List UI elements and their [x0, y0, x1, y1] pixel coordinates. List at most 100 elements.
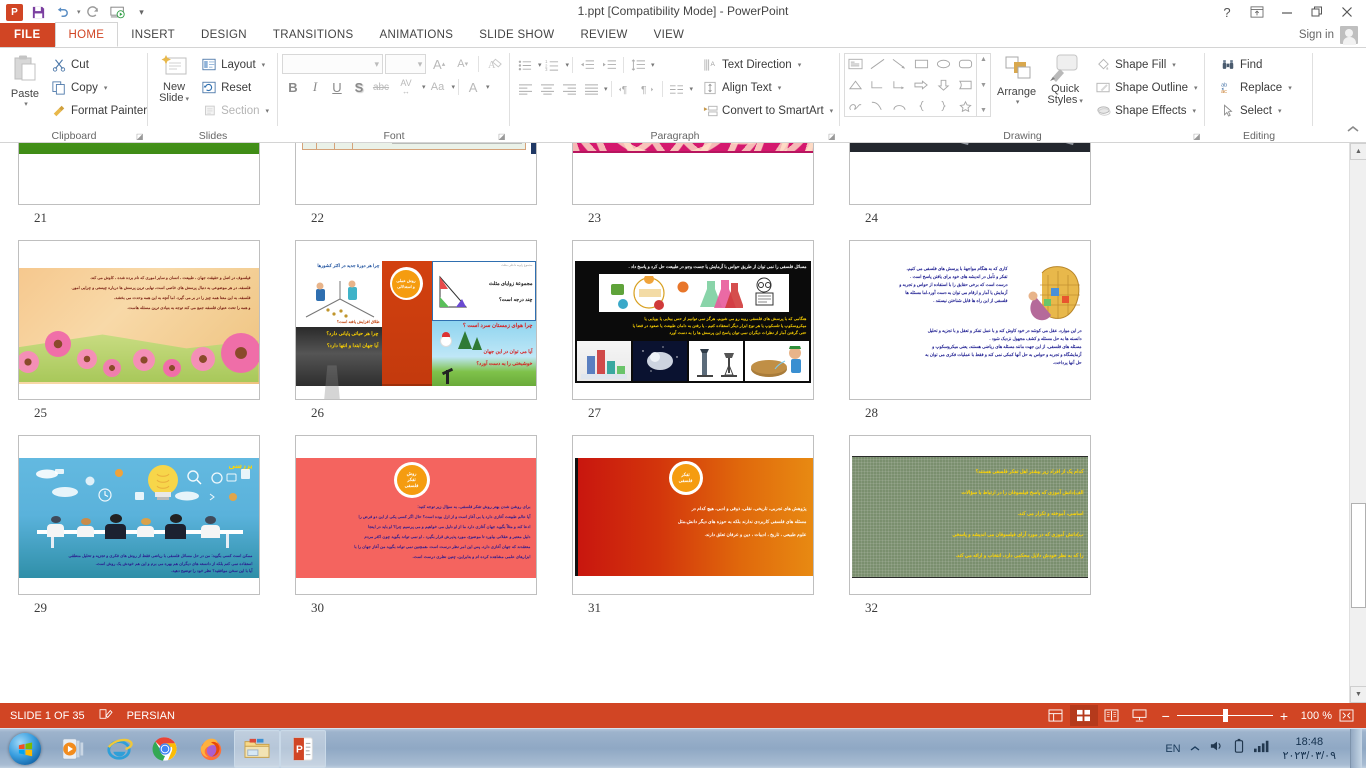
- shape-star-icon[interactable]: [954, 95, 976, 116]
- shape-rectangle-icon[interactable]: [911, 54, 933, 75]
- zoom-track[interactable]: [1176, 709, 1273, 722]
- tab-insert[interactable]: INSERT: [118, 23, 188, 47]
- mozilla-firefox-icon[interactable]: [188, 730, 234, 768]
- quick-styles-button[interactable]: Quick Styles ▾: [1042, 51, 1088, 107]
- shape-effects-button[interactable]: Shape Effects ▾: [1090, 99, 1202, 122]
- copy-dropdown-caret[interactable]: ▾: [104, 84, 108, 92]
- tab-slide-show[interactable]: SLIDE SHOW: [466, 23, 567, 47]
- scrollbar-thumb[interactable]: [1351, 503, 1366, 608]
- font-color-button[interactable]: A: [462, 76, 484, 98]
- decrease-indent-button[interactable]: [576, 54, 598, 76]
- slide-cell-31[interactable]: تفکر فلسفی پژوهش های تجربی، تاریخی، نقلی…: [554, 435, 831, 616]
- sign-in-label[interactable]: Sign in: [1299, 29, 1334, 41]
- slide-show-button[interactable]: [1126, 705, 1154, 726]
- font-name-input[interactable]: ▾: [282, 54, 384, 74]
- format-painter-button[interactable]: Format Painter: [46, 99, 152, 122]
- start-from-beginning-icon[interactable]: [107, 1, 129, 23]
- slide-cell-29[interactable]: بررسی ممکن است کسی بگوید: من در حل مسائل…: [0, 435, 277, 616]
- slide-thumbnail-26[interactable]: چرا هر دورهٔ جدید در اکثر کشورها طلاق اف…: [294, 240, 537, 400]
- slide-thumbnail-32[interactable]: کدام یک از افراد زیر بیشتر اهل تفکر فلسف…: [848, 435, 1091, 595]
- redo-icon[interactable]: [83, 1, 105, 23]
- tab-home[interactable]: HOME: [54, 22, 119, 47]
- scroll-down-button[interactable]: ▼: [1350, 686, 1366, 703]
- slide-thumbnail-24[interactable]: [848, 143, 1091, 205]
- shape-elbow-arrow-icon[interactable]: [889, 75, 911, 96]
- slide-cell-23[interactable]: 23: [554, 143, 831, 226]
- slide-thumbnail-25[interactable]: فیلسوف در اصل و حقیقت جهان ، طبیعت ، انس…: [17, 240, 260, 400]
- change-case-caret[interactable]: ▾: [452, 83, 456, 91]
- zoom-slider[interactable]: − +: [1162, 708, 1288, 724]
- slide-cell-30[interactable]: روش تفکر فلسفی برای روشن شدن بهتر روش تف…: [277, 435, 554, 616]
- italic-button[interactable]: I: [304, 76, 326, 98]
- battery-icon[interactable]: [1233, 738, 1245, 759]
- tray-language[interactable]: EN: [1165, 743, 1180, 755]
- align-center-button[interactable]: [536, 78, 558, 100]
- slide-sorter-pane[interactable]: 21 22 23 24 فیلسوف در اصل و حقیقت جهان ،…: [0, 143, 1366, 703]
- columns-button[interactable]: [666, 78, 688, 100]
- shape-right-brace-icon[interactable]: [932, 95, 954, 116]
- align-right-button[interactable]: [558, 78, 580, 100]
- collapse-ribbon-button[interactable]: [1346, 122, 1360, 140]
- internet-explorer-icon[interactable]: [96, 730, 142, 768]
- replace-caret[interactable]: ▾: [1288, 84, 1292, 92]
- text-direction-caret[interactable]: ▾: [798, 61, 802, 69]
- undo-dropdown-caret[interactable]: ▾: [77, 8, 81, 16]
- justify-button[interactable]: [580, 78, 602, 100]
- slide-cell-32[interactable]: کدام یک از افراد زیر بیشتر اهل تفکر فلسف…: [831, 435, 1108, 616]
- slide-thumbnail-29[interactable]: بررسی ممکن است کسی بگوید: من در حل مسائل…: [17, 435, 260, 595]
- volume-icon[interactable]: [1209, 739, 1225, 758]
- show-desktop-button[interactable]: [1350, 728, 1362, 768]
- slide-thumbnail-23[interactable]: [571, 143, 814, 205]
- layout-button[interactable]: Layout ▾: [196, 53, 274, 76]
- help-icon[interactable]: ?: [1212, 1, 1242, 23]
- select-caret[interactable]: ▾: [1278, 107, 1282, 115]
- slide-cell-28[interactable]: کاری که به هنگام مواجههٔ با پرسش های فلس…: [831, 240, 1108, 421]
- cut-button[interactable]: Cut: [46, 53, 152, 76]
- bold-button[interactable]: B: [282, 76, 304, 98]
- shape-line-icon[interactable]: [867, 54, 889, 75]
- drawing-dialog-launcher[interactable]: ◪: [1193, 132, 1202, 141]
- slide-cell-24[interactable]: 24: [831, 143, 1108, 226]
- shape-triangle-icon[interactable]: [845, 75, 867, 96]
- network-signal-icon[interactable]: [1253, 739, 1269, 758]
- text-direction-button[interactable]: A Text Direction ▾: [697, 53, 838, 76]
- section-dropdown-caret[interactable]: ▾: [265, 107, 269, 115]
- tab-transitions[interactable]: TRANSITIONS: [260, 23, 367, 47]
- reading-view-button[interactable]: [1098, 705, 1126, 726]
- slide-thumbnail-22[interactable]: [294, 143, 537, 205]
- shape-rounded-rectangle-icon[interactable]: [954, 54, 976, 75]
- start-button[interactable]: [0, 730, 50, 768]
- paragraph-dialog-launcher[interactable]: ◪: [828, 132, 837, 141]
- zoom-out-button[interactable]: −: [1162, 708, 1170, 724]
- increase-indent-button[interactable]: [598, 54, 620, 76]
- convert-to-smartart-button[interactable]: Convert to SmartArt ▾: [697, 99, 838, 122]
- numbering-button[interactable]: 123: [542, 54, 564, 76]
- zoom-handle[interactable]: [1222, 709, 1228, 722]
- decrease-font-size-button[interactable]: A ▾: [452, 53, 474, 75]
- shape-right-arrow-icon[interactable]: [911, 75, 933, 96]
- font-color-caret[interactable]: ▾: [486, 83, 490, 91]
- notes-icon[interactable]: [99, 708, 113, 723]
- shape-arrow-icon[interactable]: [889, 54, 911, 75]
- slide-thumbnail-21[interactable]: [17, 143, 260, 205]
- shape-arc-icon[interactable]: [889, 95, 911, 116]
- shape-elbow-connector-icon[interactable]: [867, 75, 889, 96]
- shape-effects-caret[interactable]: ▾: [1193, 107, 1197, 115]
- slide-thumbnail-28[interactable]: کاری که به هنگام مواجههٔ با پرسش های فلس…: [848, 240, 1091, 400]
- rtl-text-direction-button[interactable]: ¶: [637, 78, 659, 100]
- save-icon[interactable]: [27, 1, 49, 23]
- arrange-caret[interactable]: ▾: [1016, 98, 1020, 106]
- slide-thumbnail-27[interactable]: مسائل فلسفی را نمی توان از طریق حواس با …: [571, 240, 814, 400]
- smartart-caret[interactable]: ▾: [830, 107, 834, 115]
- scroll-up-button[interactable]: ▲: [1350, 143, 1366, 160]
- justify-caret[interactable]: ▾: [604, 85, 608, 93]
- minimize-icon[interactable]: [1272, 1, 1302, 23]
- sign-in-area[interactable]: Sign in: [1299, 26, 1358, 45]
- clear-all-formatting-button[interactable]: A: [484, 53, 506, 75]
- slide-cell-27[interactable]: مسائل فلسفی را نمی توان از طریق حواس با …: [554, 240, 831, 421]
- normal-view-button[interactable]: [1042, 705, 1070, 726]
- windows-media-player-icon[interactable]: [50, 730, 96, 768]
- shape-left-brace-icon[interactable]: [911, 95, 933, 116]
- tab-review[interactable]: REVIEW: [567, 23, 640, 47]
- align-text-caret[interactable]: ▾: [778, 84, 782, 92]
